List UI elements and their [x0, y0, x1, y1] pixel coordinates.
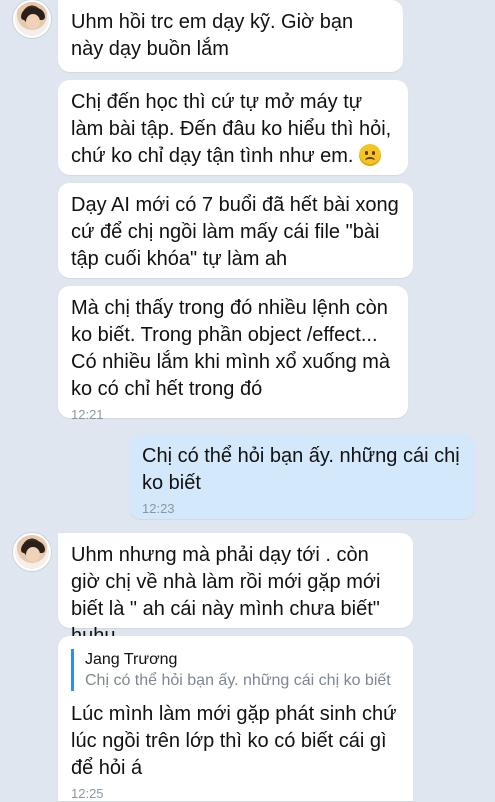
message-text: Chị có thể hỏi bạn ấy. những cái chị ko …	[142, 445, 460, 494]
contact-avatar[interactable]	[13, 0, 51, 38]
message-bubble[interactable]: Mà chị thấy trong đó nhiều lệnh còn ko b…	[58, 286, 408, 422]
message-text: Uhm hồi trc em dạy kỹ. Giờ bạn này dạy b…	[71, 11, 354, 60]
avatar-face	[26, 14, 40, 29]
message-timestamp: 12:21	[71, 407, 104, 422]
message-text: Chị đến học thì cứ tự mở máy tự làm bài …	[71, 91, 392, 167]
message-text: Mà chị thấy trong đó nhiều lệnh còn ko b…	[71, 297, 391, 400]
frowning-face-emoji-icon	[359, 144, 382, 166]
message-text: Uhm nhưng mà phải dạy tới . còn giờ chị …	[71, 544, 381, 647]
message-bubble[interactable]: Uhm nhưng mà phải dạy tới . còn giờ chị …	[58, 533, 413, 647]
message-bubble[interactable]: Chị đến học thì cứ tự mở máy tự làm bài …	[58, 80, 408, 175]
message-bubble[interactable]: Dạy AI mới có 7 buổi đã hết bài xong cứ …	[58, 183, 413, 278]
contact-avatar[interactable]	[13, 533, 51, 571]
message-bubble-outgoing[interactable]: Chị có thể hỏi bạn ấy. những cái chị ko …	[129, 434, 475, 519]
reply-quoted-text: Chị có thể hỏi bạn ấy. những cái chị ko …	[85, 672, 391, 689]
message-text: Dạy AI mới có 7 buổi đã hết bài xong cứ …	[71, 194, 399, 270]
message-timestamp: 12:23	[142, 501, 175, 516]
reply-author-name: Jang Trương	[85, 651, 178, 668]
quoted-reply[interactable]: Jang Trương Chị có thể hỏi bạn ấy. những…	[71, 649, 400, 691]
message-bubble[interactable]: Uhm hồi trc em dạy kỹ. Giờ bạn này dạy b…	[58, 0, 403, 72]
message-text: Lúc mình làm mới gặp phát sinh chứ lúc n…	[71, 703, 397, 779]
message-bubble-with-reply[interactable]: Jang Trương Chị có thể hỏi bạn ấy. những…	[58, 636, 413, 801]
message-timestamp: 12:25	[71, 786, 104, 801]
avatar-face	[26, 547, 40, 562]
